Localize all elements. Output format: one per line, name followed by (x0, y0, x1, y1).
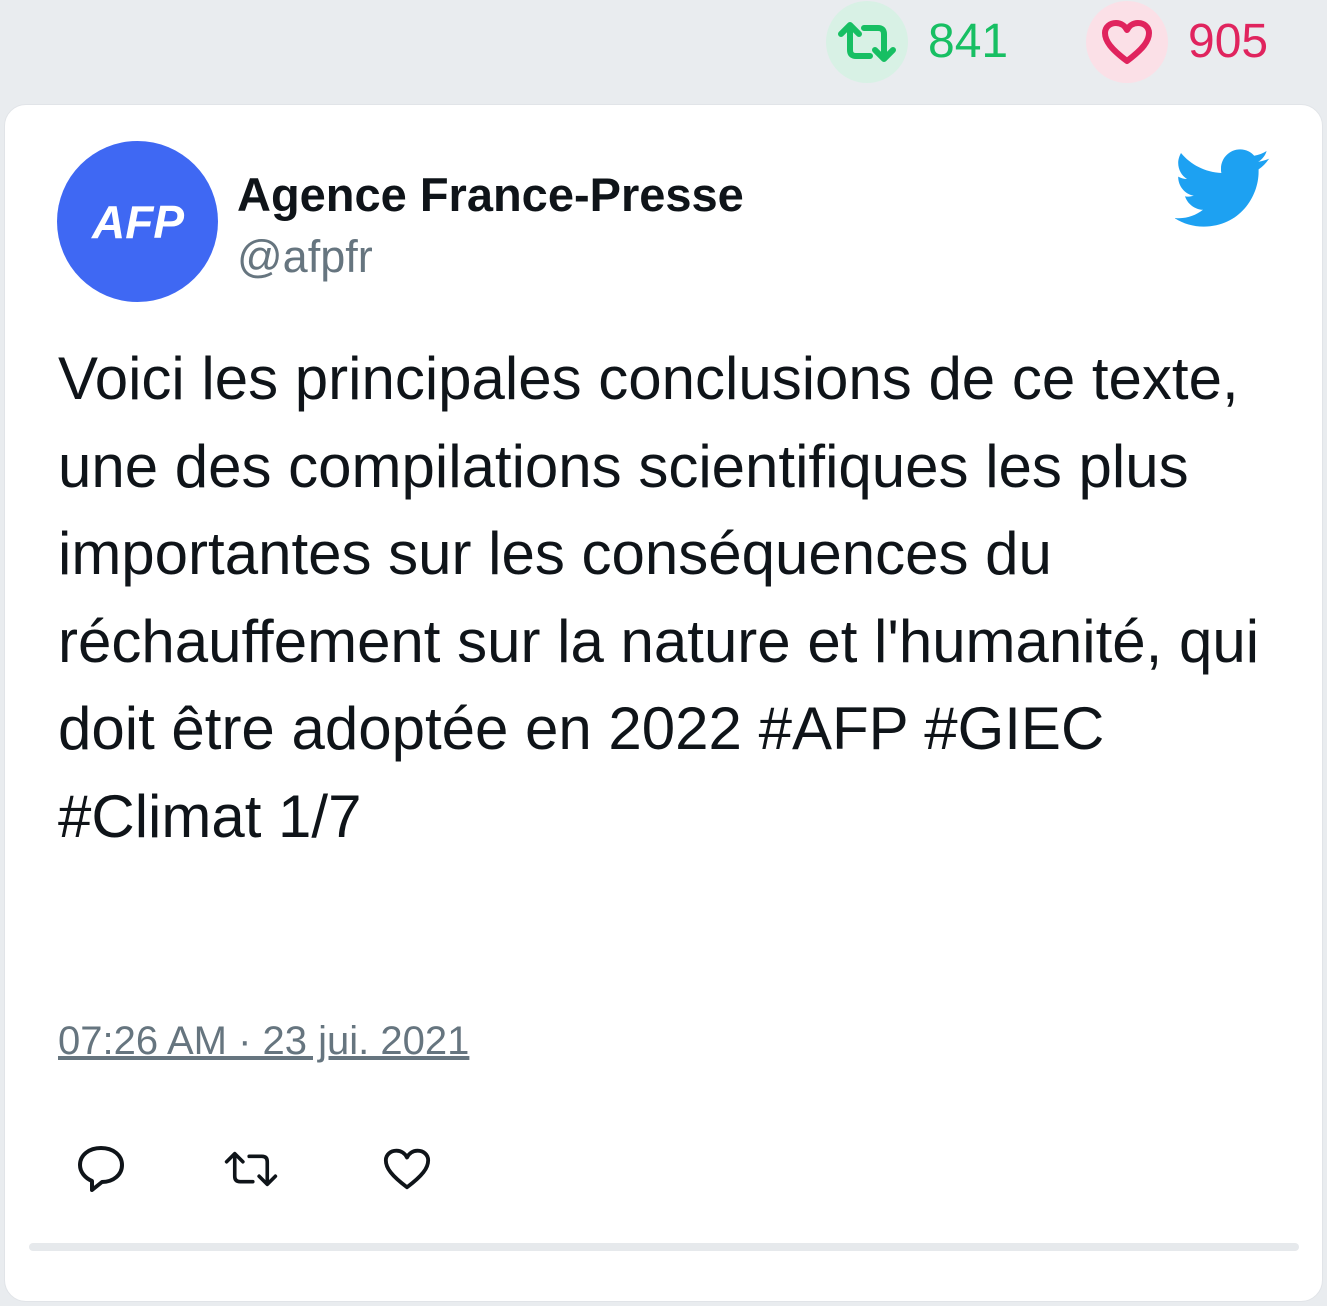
tweet-text: Voici les principales conclusions de ce … (58, 345, 1260, 850)
retweet-button[interactable] (223, 1141, 279, 1197)
twitter-bird-icon[interactable] (1174, 149, 1271, 229)
tweet-timestamp[interactable]: 07:26 AM · 23 jui. 2021 (58, 1019, 469, 1064)
author-name[interactable]: Agence France-Presse (237, 167, 744, 222)
retweet-stat[interactable]: 841 (826, 0, 1008, 84)
author-handle[interactable]: @afpfr (237, 231, 373, 283)
retweet-count: 841 (928, 15, 1009, 68)
like-button[interactable] (379, 1141, 435, 1197)
retweet-icon (224, 1151, 278, 1187)
reply-button[interactable] (73, 1141, 129, 1197)
heart-icon[interactable] (1086, 1, 1168, 83)
retweet-icon[interactable] (826, 1, 908, 83)
avatar-logo-text: AFP (91, 198, 184, 246)
tweet-card: AFP Agence France-Presse @afpfr Voici le… (4, 104, 1323, 1302)
reply-icon (78, 1146, 124, 1192)
like-count: 905 (1188, 15, 1269, 68)
like-stat[interactable]: 905 (1086, 0, 1268, 84)
card-divider (29, 1243, 1299, 1251)
top-stats-bar: 841 905 (0, 0, 1327, 100)
avatar[interactable]: AFP (57, 141, 218, 302)
heart-icon (383, 1148, 431, 1190)
